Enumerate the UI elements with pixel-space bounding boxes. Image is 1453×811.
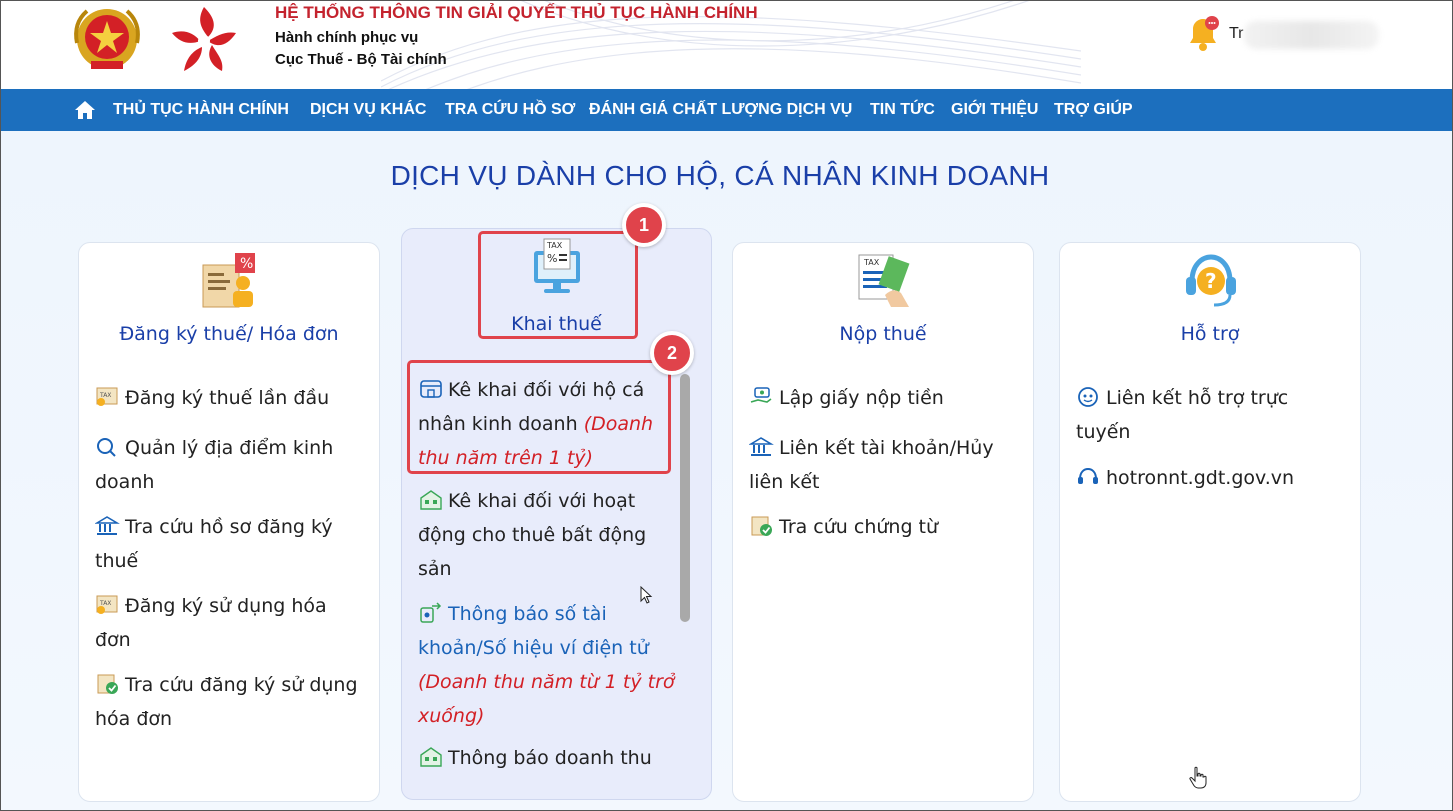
headset-icon (1076, 465, 1102, 487)
bank-icon (748, 435, 775, 457)
svg-text:TAX: TAX (99, 392, 111, 399)
list-item-dang-ky-su-dung-hoa-don[interactable]: TAX Đăng ký sử dụng hóa đơn (95, 589, 365, 657)
list-item-lap-giay-nop-tien[interactable]: Lập giấy nộp tiền (749, 381, 1019, 415)
list-item-thong-bao-so-tai-khoan[interactable]: Thông báo số tài khoản/Số hiệu ví điện t… (418, 597, 686, 733)
svg-text:%: % (240, 256, 253, 272)
support-agent-icon (1076, 385, 1102, 407)
step-badge-1: 1 (622, 203, 666, 247)
verified-document-icon (95, 672, 121, 694)
highlight-ke-khai-ho-ca-nhan (407, 360, 671, 474)
nav-danh-gia-chat-luong[interactable]: ĐÁNH GIÁ CHẤT LƯỢNG DỊCH VỤ (589, 89, 852, 131)
home-icon[interactable] (74, 99, 96, 121)
money-hand-icon (749, 385, 775, 407)
nav-gioi-thieu[interactable]: GIỚI THIỆU (951, 89, 1038, 131)
list-item-lien-ket-tai-khoan[interactable]: Liên kết tài khoản/Hủy liên kết (748, 431, 1019, 499)
card-scrollbar-thumb[interactable] (680, 374, 690, 622)
svg-text:TAX: TAX (99, 600, 111, 607)
verified-document-icon (749, 514, 775, 536)
tax-document-icon: TAX (95, 385, 121, 407)
user-name[interactable]: Tr (1229, 25, 1244, 43)
building-icon (418, 745, 444, 767)
main-navigation: THỦ TỤC HÀNH CHÍNH DỊCH VỤ KHÁC TRA CỨU … (1, 89, 1452, 131)
list-item-dang-ky-thue-lan-dau[interactable]: TAX Đăng ký thuế lần đầu (95, 381, 365, 415)
nav-thu-tuc-hanh-chinh[interactable]: THỦ TỤC HÀNH CHÍNH (113, 89, 289, 131)
nav-tra-cuu-ho-so[interactable]: TRA CỨU HỒ SƠ (445, 89, 575, 131)
list-item-thong-bao-doanh-thu[interactable]: Thông báo doanh thu (418, 741, 686, 775)
hand-cursor-icon (1189, 766, 1207, 789)
tax-document-icon: TAX (95, 593, 121, 615)
card-title-tax-registration[interactable]: Đăng ký thuế/ Hóa đơn (79, 323, 379, 345)
card-tax-registration: % Đăng ký thuế/ Hóa đơn TAX Đăng ký thuế … (78, 242, 380, 802)
card-tax-payment: TAX Nộp thuế Lập giấy nộp tiền Liên kết … (732, 242, 1034, 802)
list-item-tra-cuu-chung-tu[interactable]: Tra cứu chứng từ (749, 510, 1019, 544)
system-title: HỆ THỐNG THÔNG TIN GIẢI QUYẾT THỦ TỤC HÀ… (275, 3, 758, 22)
search-icon (95, 435, 121, 457)
tax-department-logo (172, 7, 236, 71)
nav-dich-vu-khac[interactable]: DỊCH VỤ KHÁC (310, 89, 426, 131)
tax-registration-icon: % (202, 253, 255, 308)
arrow-cursor-icon (640, 586, 653, 604)
card-title-tax-payment[interactable]: Nộp thuế (733, 323, 1033, 345)
nav-tro-giup[interactable]: TRỢ GIÚP (1054, 89, 1133, 131)
notification-bell-icon[interactable] (1184, 13, 1222, 53)
list-item-quan-ly-dia-diem[interactable]: Quản lý địa điểm kinh doanh (95, 431, 365, 499)
page-title: DỊCH VỤ DÀNH CHO HỘ, CÁ NHÂN KINH DOANH (390, 160, 1050, 191)
tax-payment-icon: TAX (858, 254, 910, 307)
bank-icon (94, 514, 121, 536)
system-subtitle: Hành chính phục vụ (275, 29, 419, 46)
user-name-redacted (1244, 21, 1379, 49)
card-title-support[interactable]: Hỗ trợ (1060, 323, 1360, 345)
list-item-tra-cuu-ho-so-dang-ky[interactable]: Tra cứu hồ sơ đăng ký thuế (94, 510, 365, 578)
list-item-tra-cuu-dang-ky-hoa-don[interactable]: Tra cứu đăng ký sử dụng hóa đơn (95, 668, 365, 736)
highlight-khai-thue (478, 231, 638, 339)
site-header: HỆ THỐNG THÔNG TIN GIẢI QUYẾT THỦ TỤC HÀ… (1, 1, 1452, 89)
wallet-transfer-icon (418, 601, 444, 623)
list-item-hotronnt[interactable]: hotronnt.gdt.gov.vn (1076, 461, 1346, 495)
building-icon (418, 488, 444, 510)
step-badge-2: 2 (650, 331, 694, 375)
list-item-ke-khai-cho-thue-bds[interactable]: Kê khai đối với hoạt động cho thuê bất đ… (418, 484, 680, 586)
nav-tin-tuc[interactable]: TIN TỨC (870, 89, 935, 131)
list-item-lien-ket-ho-tro[interactable]: Liên kết hỗ trợ trực tuyến (1076, 381, 1346, 449)
support-headset-icon: ? (1186, 254, 1236, 307)
national-emblem-logo (74, 9, 140, 69)
svg-text:?: ? (1205, 269, 1217, 293)
agency-name: Cục Thuế - Bộ Tài chính (275, 51, 447, 68)
svg-text:TAX: TAX (863, 258, 880, 267)
card-support: ? Hỗ trợ Liên kết hỗ trợ trực tuyến hotr… (1059, 242, 1361, 802)
